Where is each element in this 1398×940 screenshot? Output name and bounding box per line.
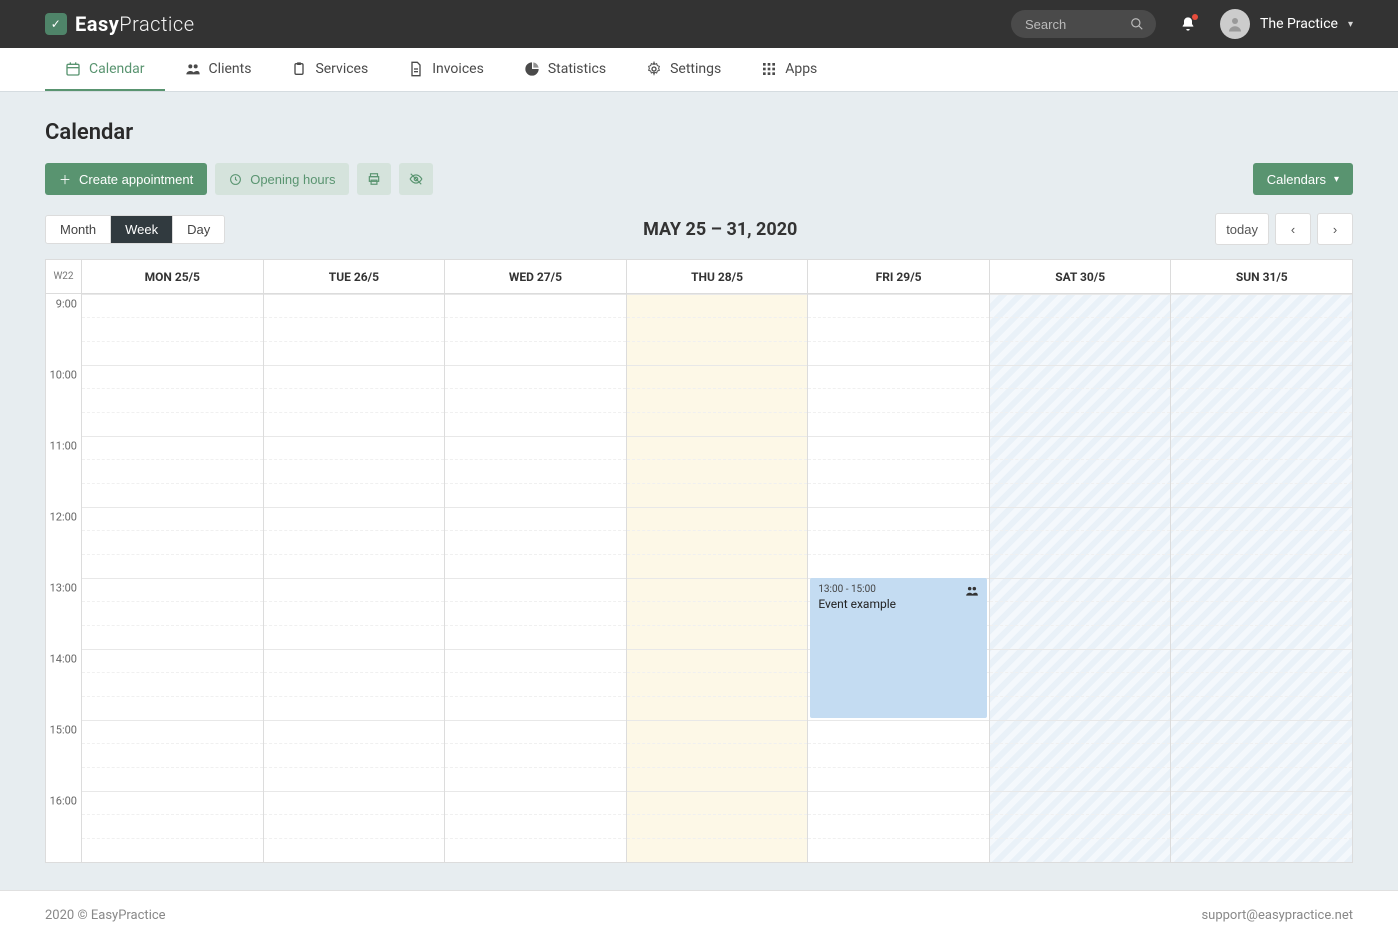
week-number-cell: W22 [46,260,82,293]
day-header: TUE 26/5 [264,260,446,293]
opening-hours-button[interactable]: Opening hours [215,163,349,195]
time-label: 9:00 [56,298,77,311]
day-column[interactable] [990,294,1172,862]
time-label: 12:00 [50,511,77,524]
view-week-button[interactable]: Week [110,216,172,243]
calendar-body: 9:00 10:00 11:00 12:00 13:00 14:00 15:00 16:00 1… [46,294,1352,862]
create-appointment-button[interactable]: ＋ Create appointment [45,163,207,195]
nav-item-calendar[interactable]: Calendar [45,48,165,91]
eye-off-icon [409,172,423,186]
content: Calendar ＋ Create appointment Opening ho… [0,92,1398,863]
time-label: 16:00 [50,795,77,808]
day-header: SUN 31/5 [1171,260,1352,293]
support-email[interactable]: support@easypractice.net [1201,908,1353,923]
logo-mark-icon: ✓ [45,13,67,35]
nav-item-label: Apps [785,61,817,77]
footer: 2020 © EasyPractice support@easypractice… [0,890,1398,940]
chevron-left-icon: ‹ [1291,222,1295,237]
calendar-grid: W22 MON 25/5TUE 26/5WED 27/5THU 28/5FRI … [45,259,1353,863]
time-label: 11:00 [50,440,77,453]
nav-item-invoices[interactable]: Invoices [388,48,504,91]
nav-item-settings[interactable]: Settings [626,48,741,91]
copyright-text: 2020 © EasyPractice [45,908,166,923]
document-icon [408,61,424,77]
calendar-icon [65,61,81,77]
visibility-button[interactable] [399,163,433,195]
main-nav: Calendar Clients Services Invoices Statistic… [0,48,1398,92]
clipboard-icon [291,61,307,77]
print-button[interactable] [357,163,391,195]
date-range-title: MAY 25 – 31, 2020 [225,219,1215,240]
calendar-header-row: W22 MON 25/5TUE 26/5WED 27/5THU 28/5FRI … [46,260,1352,294]
grid-icon [761,61,777,77]
day-header: MON 25/5 [82,260,264,293]
nav-item-label: Calendar [89,61,145,77]
day-column[interactable]: 13:00 - 15:00 Event example [808,294,990,862]
opening-hours-label: Opening hours [250,172,335,187]
search-input[interactable] [1023,16,1130,33]
calendars-dropdown[interactable]: Calendars ▾ [1253,163,1353,195]
nav-item-clients[interactable]: Clients [165,48,272,91]
nav-item-apps[interactable]: Apps [741,48,837,91]
time-axis: 9:0010:0011:0012:0013:0014:0015:0016:001… [46,294,82,862]
today-button[interactable]: today [1215,213,1269,245]
view-month-button[interactable]: Month [46,216,110,243]
view-switch: Month Week Day [45,215,225,244]
profile-name: The Practice [1260,16,1338,32]
print-icon [367,172,381,186]
time-label: 13:00 [50,582,77,595]
chart-icon [524,61,540,77]
time-label: 14:00 [50,653,77,666]
nav-item-label: Services [315,61,368,77]
event-title: Event example [818,597,979,611]
brand-light: Practice [119,12,194,36]
time-label: 10:00 [50,369,77,382]
calendars-label: Calendars [1267,172,1326,187]
day-header: FRI 29/5 [808,260,990,293]
create-appointment-label: Create appointment [79,172,193,187]
profile-menu[interactable]: The Practice ▾ [1220,9,1353,39]
topbar: ✓ EasyPractice The Practice ▾ [0,0,1398,48]
nav-item-label: Invoices [432,61,484,77]
nav-item-label: Statistics [548,61,606,77]
chevron-right-icon: › [1333,222,1337,237]
day-column[interactable] [627,294,809,862]
search-icon [1130,17,1144,31]
day-header: WED 27/5 [445,260,627,293]
clock-icon [229,173,242,186]
date-nav: today ‹ › [1215,213,1353,245]
chevron-down-icon: ▾ [1334,174,1339,185]
gear-icon [646,61,662,77]
people-icon [185,61,201,77]
people-icon [965,584,979,598]
toolbar: ＋ Create appointment Opening hours Calen… [45,163,1353,195]
logo[interactable]: ✓ EasyPractice [45,12,195,36]
next-week-button[interactable]: › [1317,213,1353,245]
day-header: SAT 30/5 [990,260,1172,293]
day-column[interactable] [264,294,446,862]
avatar-icon [1220,9,1250,39]
day-column[interactable] [445,294,627,862]
prev-week-button[interactable]: ‹ [1275,213,1311,245]
notification-dot-icon [1192,14,1198,20]
nav-item-label: Settings [670,61,721,77]
search-box[interactable] [1011,10,1156,38]
day-header: THU 28/5 [627,260,809,293]
day-column[interactable] [82,294,264,862]
brand-bold: Easy [75,12,119,36]
nav-item-statistics[interactable]: Statistics [504,48,626,91]
calendar-event[interactable]: 13:00 - 15:00 Event example [810,578,987,718]
view-row: Month Week Day MAY 25 – 31, 2020 today ‹… [45,213,1353,245]
day-column[interactable] [1171,294,1352,862]
chevron-down-icon: ▾ [1348,19,1353,30]
time-label: 15:00 [50,724,77,737]
plus-icon: ＋ [59,171,71,188]
view-day-button[interactable]: Day [172,216,224,243]
page-title: Calendar [45,120,1353,145]
nav-item-label: Clients [209,61,252,77]
event-time: 13:00 - 15:00 [818,584,979,595]
notifications-button[interactable] [1180,16,1196,32]
nav-item-services[interactable]: Services [271,48,388,91]
